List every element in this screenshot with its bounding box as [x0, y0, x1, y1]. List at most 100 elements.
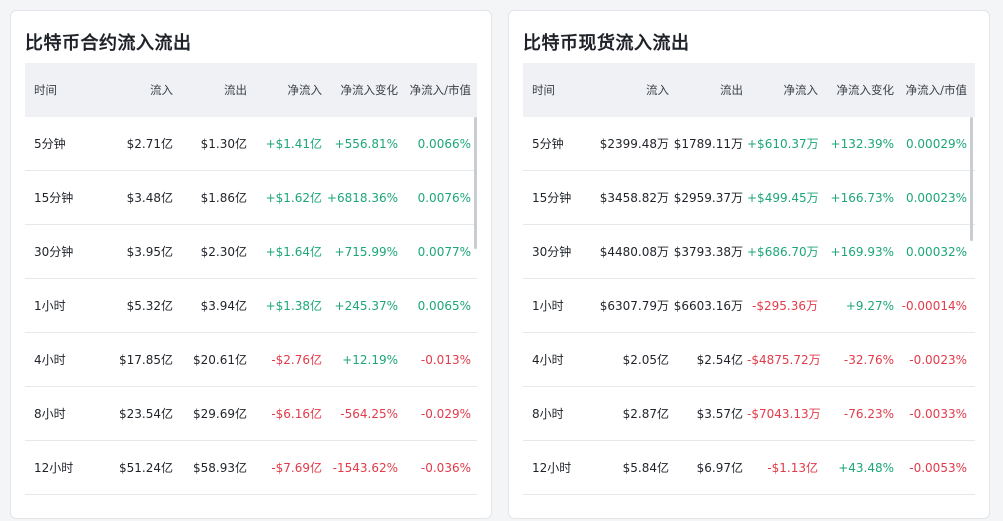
net-inflow-cell: +$1.64亿: [265, 245, 322, 259]
header-outflow: 流出: [224, 83, 247, 97]
outflow-cell: $1789.11万: [673, 137, 743, 151]
inflow-cell: $2.05亿: [622, 353, 669, 367]
net-inflow-cell: -$2.76亿: [271, 353, 322, 367]
table-header-row: 时间 流入 流出 净流入 净流入变化 净流入/市值: [523, 63, 975, 117]
time-cell: 5分钟: [532, 137, 564, 151]
net-inflow-cell: +$1.38亿: [265, 299, 322, 313]
table-row: 30分钟 $3.95亿 $2.30亿 +$1.64亿 +715.99% 0.0077%: [25, 225, 477, 279]
futures-table-scrollbar[interactable]: [474, 117, 477, 249]
outflow-cell: $2.54亿: [696, 353, 743, 367]
outflow-cell: $58.93亿: [193, 461, 247, 475]
inflow-cell: $2.71亿: [126, 137, 173, 151]
net-change-cell: +6818.36%: [326, 190, 398, 205]
table-row: 5分钟 $2.71亿 $1.30亿 +$1.41亿 +556.81% 0.0066%: [25, 117, 477, 171]
net-change-cell: -564.25%: [340, 406, 398, 421]
outflow-cell: $3793.38万: [673, 245, 743, 259]
net-mcap-cell: 0.0077%: [417, 244, 471, 259]
outflow-cell: $3.94亿: [200, 299, 247, 313]
inflow-cell: $3458.82万: [599, 191, 669, 205]
inflow-cell: $2.87亿: [622, 407, 669, 421]
net-mcap-cell: -0.00014%: [901, 298, 967, 313]
net-mcap-cell: -0.0023%: [909, 352, 967, 367]
net-mcap-cell: 0.0066%: [417, 136, 471, 151]
net-inflow-cell: -$7.69亿: [271, 461, 322, 475]
outflow-cell: $1.86亿: [200, 191, 247, 205]
spot-card-title: 比特币现货流入流出: [523, 33, 690, 54]
time-cell: 12小时: [34, 461, 74, 475]
header-outflow: 流出: [720, 83, 743, 97]
net-inflow-cell: +$499.45万: [747, 191, 819, 205]
time-cell: 4小时: [34, 353, 66, 367]
inflow-cell: $3.95亿: [126, 245, 173, 259]
net-mcap-cell: 0.0076%: [417, 190, 471, 205]
time-cell: 12小时: [532, 461, 572, 475]
inflow-cell: $4480.08万: [599, 245, 669, 259]
table-row: 8小时 $23.54亿 $29.69亿 -$6.16亿 -564.25% -0.029%: [25, 387, 477, 441]
table-row: 4小时 $17.85亿 $20.61亿 -$2.76亿 +12.19% -0.013%: [25, 333, 477, 387]
net-mcap-cell: -0.0033%: [909, 406, 967, 421]
header-time: 时间: [34, 83, 57, 97]
outflow-cell: $29.69亿: [193, 407, 247, 421]
futures-flow-table: 时间 流入 流出 净流入 净流入变化 净流入/市值 5分钟 $2.71亿 $1.30…: [25, 63, 477, 495]
net-change-cell: +9.27%: [845, 298, 894, 313]
time-cell: 30分钟: [532, 245, 572, 259]
inflow-cell: $5.32亿: [126, 299, 173, 313]
net-inflow-cell: +$686.70万: [747, 245, 819, 259]
net-mcap-cell: 0.0065%: [417, 298, 471, 313]
net-mcap-cell: -0.013%: [420, 352, 471, 367]
table-row: 1小时 $6307.79万 $6603.16万 -$295.36万 +9.27% -0.0…: [523, 279, 975, 333]
time-cell: 1小时: [532, 299, 564, 313]
outflow-cell: $1.30亿: [200, 137, 247, 151]
spot-rows: 5分钟 $2399.48万 $1789.11万 +$610.37万 +132.39% 0.…: [523, 117, 975, 495]
net-mcap-cell: -0.0053%: [909, 460, 967, 475]
net-inflow-cell: -$4875.72万: [747, 353, 821, 367]
table-row: 4小时 $2.05亿 $2.54亿 -$4875.72万 -32.76% -0.0023%: [523, 333, 975, 387]
time-cell: 4小时: [532, 353, 564, 367]
time-cell: 15分钟: [532, 191, 572, 205]
net-mcap-cell: 0.00029%: [905, 136, 967, 151]
net-change-cell: +556.81%: [334, 136, 398, 151]
net-change-cell: +43.48%: [838, 460, 894, 475]
table-row: 30分钟 $4480.08万 $3793.38万 +$686.70万 +169.93% 0…: [523, 225, 975, 279]
futures-card-title: 比特币合约流入流出: [25, 33, 192, 54]
futures-rows: 5分钟 $2.71亿 $1.30亿 +$1.41亿 +556.81% 0.0066% 15分…: [25, 117, 477, 495]
outflow-cell: $2.30亿: [200, 245, 247, 259]
table-header-row: 时间 流入 流出 净流入 净流入变化 净流入/市值: [25, 63, 477, 117]
spot-table-scrollbar[interactable]: [970, 117, 973, 241]
table-row: 12小时 $51.24亿 $58.93亿 -$7.69亿 -1543.62% -0.036…: [25, 441, 477, 495]
header-time: 时间: [532, 83, 555, 97]
net-change-cell: +245.37%: [334, 298, 398, 313]
net-inflow-cell: +$610.37万: [747, 137, 819, 151]
net-inflow-cell: -$1.13亿: [767, 461, 818, 475]
net-change-cell: -1543.62%: [332, 460, 398, 475]
time-cell: 5分钟: [34, 137, 66, 151]
inflow-cell: $51.24亿: [119, 461, 173, 475]
net-mcap-cell: 0.00032%: [905, 244, 967, 259]
net-change-cell: +715.99%: [334, 244, 398, 259]
outflow-cell: $20.61亿: [193, 353, 247, 367]
table-row: 15分钟 $3.48亿 $1.86亿 +$1.62亿 +6818.36% 0.0076%: [25, 171, 477, 225]
outflow-cell: $6603.16万: [673, 299, 743, 313]
spot-flow-table: 时间 流入 流出 净流入 净流入变化 净流入/市值 5分钟 $2399.48万 $1…: [523, 63, 975, 495]
table-row: 12小时 $5.84亿 $6.97亿 -$1.13亿 +43.48% -0.0053%: [523, 441, 975, 495]
inflow-cell: $6307.79万: [599, 299, 669, 313]
net-mcap-cell: -0.036%: [420, 460, 471, 475]
header-net-inflow: 净流入: [783, 83, 819, 97]
header-inflow: 流入: [150, 83, 173, 97]
inflow-cell: $23.54亿: [119, 407, 173, 421]
time-cell: 8小时: [34, 407, 66, 421]
net-change-cell: +12.19%: [342, 352, 398, 367]
header-net-change: 净流入变化: [340, 83, 399, 97]
header-net-inflow: 净流入: [287, 83, 323, 97]
net-inflow-cell: +$1.62亿: [265, 191, 322, 205]
time-cell: 1小时: [34, 299, 66, 313]
table-row: 1小时 $5.32亿 $3.94亿 +$1.38亿 +245.37% 0.0065%: [25, 279, 477, 333]
time-cell: 8小时: [532, 407, 564, 421]
futures-flow-card: 比特币合约流入流出 时间 流入 流出 净流入 净流入变化 净流入/市值 5分钟 $…: [10, 10, 492, 519]
table-row: 5分钟 $2399.48万 $1789.11万 +$610.37万 +132.39% 0.…: [523, 117, 975, 171]
time-cell: 15分钟: [34, 191, 74, 205]
outflow-cell: $6.97亿: [696, 461, 743, 475]
inflow-cell: $3.48亿: [126, 191, 173, 205]
net-change-cell: -32.76%: [843, 352, 894, 367]
inflow-cell: $2399.48万: [599, 137, 669, 151]
